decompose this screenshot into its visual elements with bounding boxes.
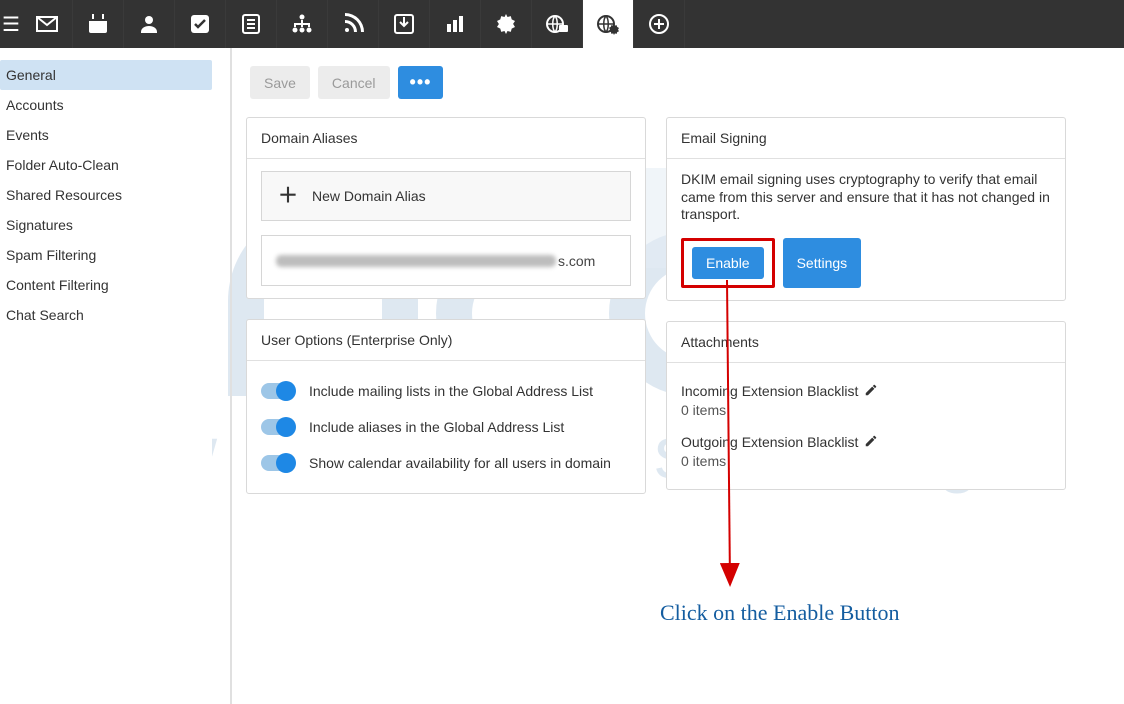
edit-icon[interactable] [864, 383, 878, 400]
new-domain-alias-label: New Domain Alias [312, 188, 426, 204]
plus-icon: ＋ [278, 186, 298, 206]
sidebar-item-folder-auto-clean[interactable]: Folder Auto-Clean [0, 150, 212, 180]
toggle-mailing-lists[interactable] [261, 383, 295, 399]
toggle-label: Include mailing lists in the Global Addr… [309, 383, 593, 399]
nav-rss-icon[interactable] [328, 0, 379, 48]
settings-button[interactable]: Settings [783, 238, 862, 288]
redacted-text [276, 255, 556, 267]
incoming-blacklist-label: Incoming Extension Blacklist [681, 383, 858, 399]
enable-button[interactable]: Enable [692, 247, 764, 279]
toggle-aliases[interactable] [261, 419, 295, 435]
sidebar-item-accounts[interactable]: Accounts [0, 90, 212, 120]
nav-calendar-icon[interactable] [73, 0, 124, 48]
nav-orgchart-icon[interactable] [277, 0, 328, 48]
nav-globe-admin-icon[interactable] [532, 0, 583, 48]
toggle-label: Show calendar availability for all users… [309, 455, 611, 471]
domain-aliases-card: Domain Aliases ＋ New Domain Alias s.com [246, 117, 646, 299]
card-header: Domain Aliases [247, 118, 645, 159]
user-options-card: User Options (Enterprise Only) Include m… [246, 319, 646, 494]
new-domain-alias-button[interactable]: ＋ New Domain Alias [261, 171, 631, 221]
toggle-calendar-availability[interactable] [261, 455, 295, 471]
top-navbar: ☰ [0, 0, 1124, 48]
edit-icon[interactable] [864, 434, 878, 451]
nav-notes-icon[interactable] [226, 0, 277, 48]
card-header: Email Signing [667, 118, 1065, 159]
save-button[interactable]: Save [250, 66, 310, 99]
nav-inbox-icon[interactable] [379, 0, 430, 48]
menu-icon[interactable]: ☰ [0, 0, 22, 48]
card-header: User Options (Enterprise Only) [247, 320, 645, 361]
nav-mail-icon[interactable] [22, 0, 73, 48]
email-signing-card: Email Signing DKIM email signing uses cr… [666, 117, 1066, 301]
nav-add-icon[interactable] [634, 0, 685, 48]
sidebar-item-signatures[interactable]: Signatures [0, 210, 212, 240]
nav-domain-settings-icon[interactable] [583, 0, 634, 48]
domain-suffix: s.com [558, 253, 595, 269]
more-button[interactable]: ••• [398, 66, 444, 99]
sidebar-item-content-filtering[interactable]: Content Filtering [0, 270, 212, 300]
settings-sidebar: General Accounts Events Folder Auto-Clea… [0, 48, 212, 704]
nav-tasks-icon[interactable] [175, 0, 226, 48]
sidebar-item-chat-search[interactable]: Chat Search [0, 300, 212, 330]
sidebar-item-shared-resources[interactable]: Shared Resources [0, 180, 212, 210]
card-header: Attachments [667, 322, 1065, 363]
attachments-card: Attachments Incoming Extension Blacklist… [666, 321, 1066, 490]
vertical-divider [230, 48, 232, 704]
cancel-button[interactable]: Cancel [318, 66, 390, 99]
sidebar-item-events[interactable]: Events [0, 120, 212, 150]
toggle-label: Include aliases in the Global Address Li… [309, 419, 564, 435]
nav-settings-icon[interactable] [481, 0, 532, 48]
domain-alias-item[interactable]: s.com [261, 235, 631, 286]
outgoing-blacklist-label: Outgoing Extension Blacklist [681, 434, 858, 450]
sidebar-item-general[interactable]: General [0, 60, 212, 90]
sidebar-item-spam-filtering[interactable]: Spam Filtering [0, 240, 212, 270]
incoming-count: 0 items [681, 402, 1051, 418]
toolbar: Save Cancel ••• [246, 66, 1124, 99]
nav-reports-icon[interactable] [430, 0, 481, 48]
highlight-box: Enable [681, 238, 775, 288]
main-content: Save Cancel ••• Domain Aliases ＋ New Dom… [246, 48, 1124, 704]
dkim-description: DKIM email signing uses cryptography to … [681, 171, 1051, 224]
nav-contacts-icon[interactable] [124, 0, 175, 48]
outgoing-count: 0 items [681, 453, 1051, 469]
